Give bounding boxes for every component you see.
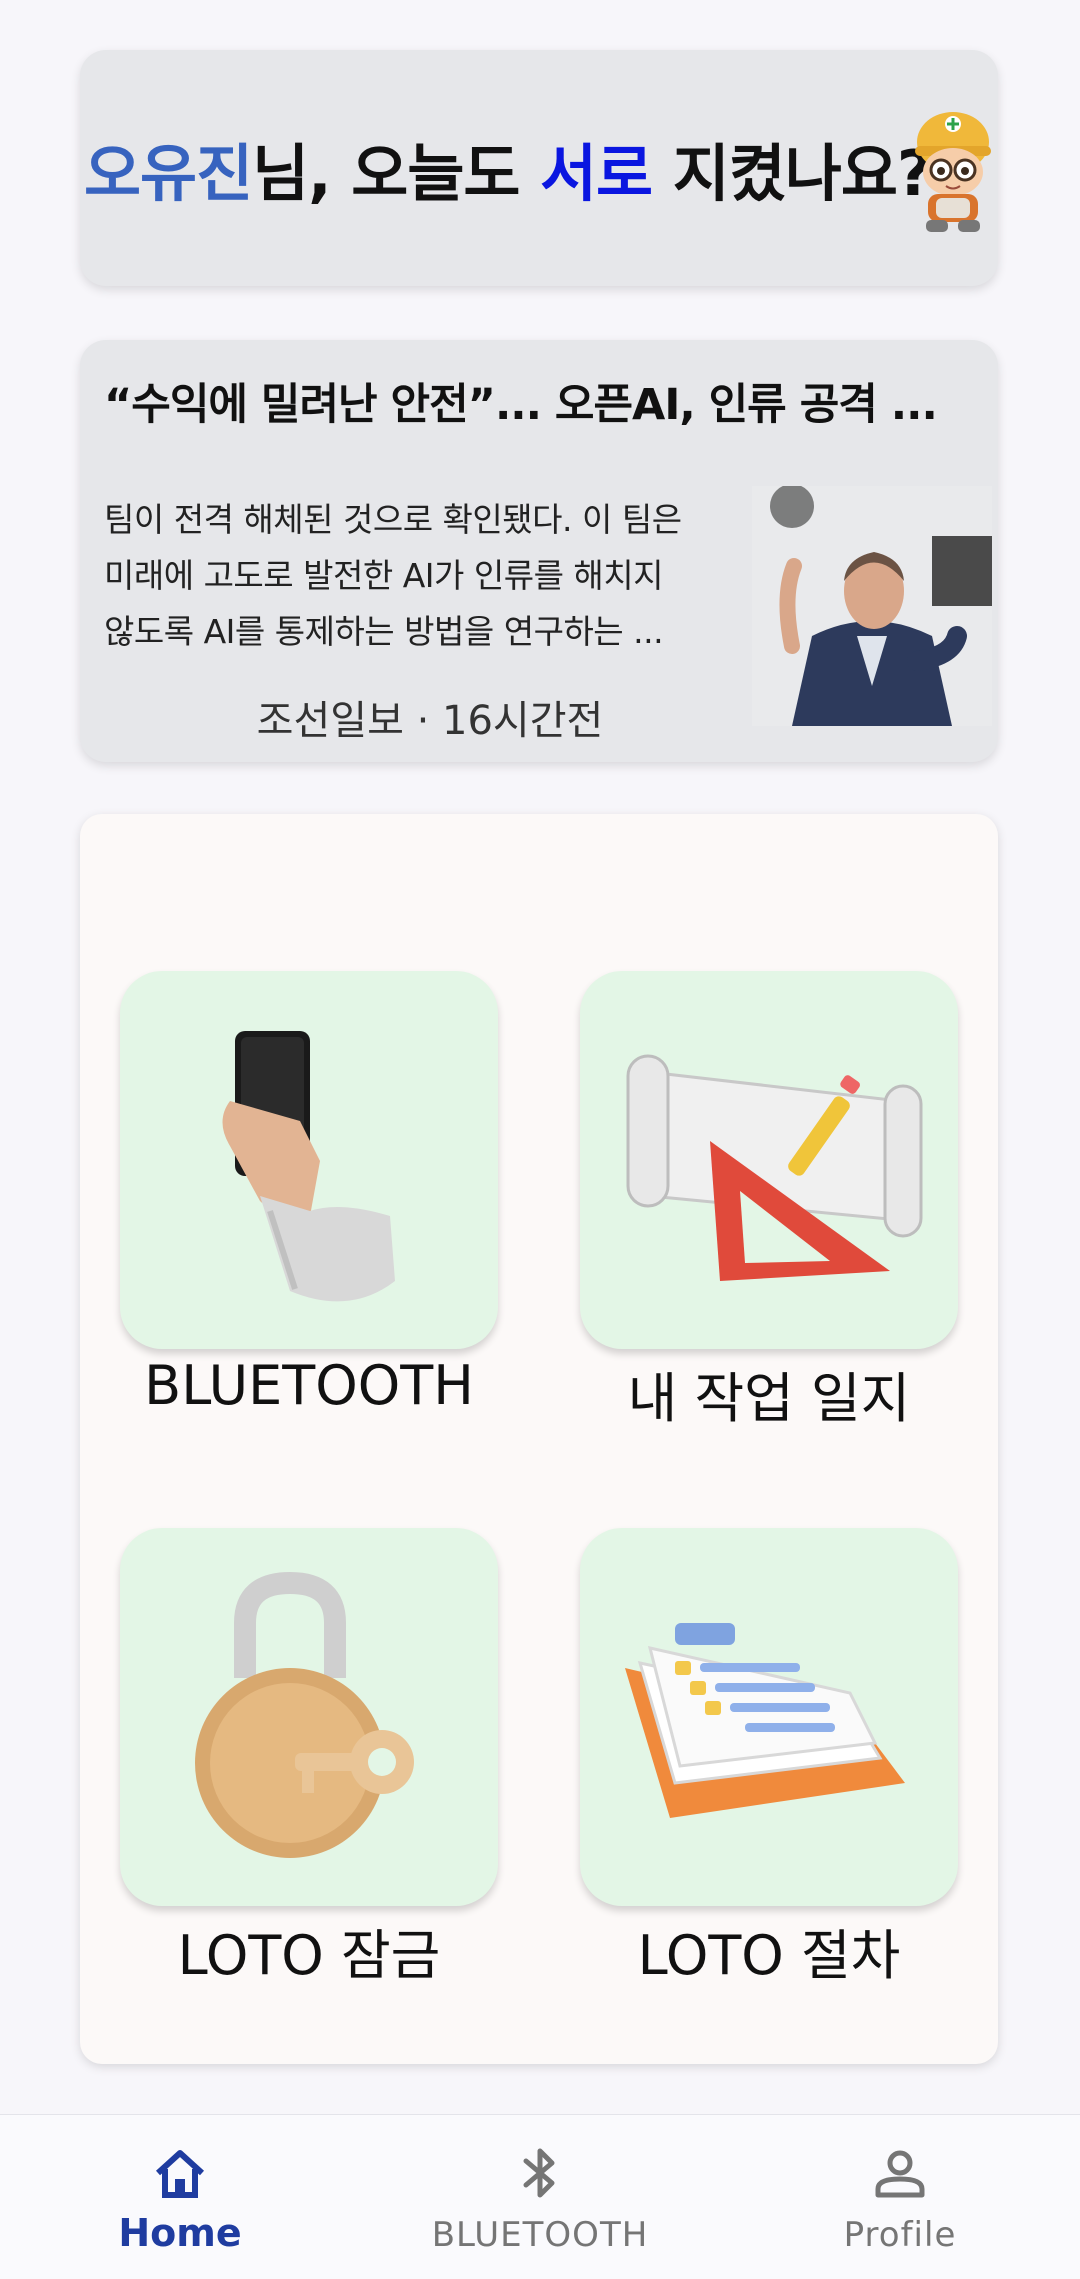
nav-item-bluetooth[interactable]: BLUETOOTH [360,2115,720,2279]
greeting-card: 오유진 님, 오늘도 서로 지켰나요? [80,50,998,286]
worker-mascot-icon [910,102,996,234]
news-summary-line: 미래에 고도로 발전한 AI가 인류를 해치지 [104,556,664,595]
bluetooth-icon [523,2148,555,2198]
news-thumbnail [752,486,992,726]
bottom-navigation: Home BLUETOOTH Profile [0,2114,1080,2279]
loto-procedure-tile[interactable] [580,1528,958,1906]
clipboard-documents-icon [625,1623,905,1818]
loto-lock-tile[interactable] [120,1528,498,1906]
nav-item-profile[interactable]: Profile [720,2115,1080,2279]
news-summary: 팀이 전격 해체된 것으로 확인됐다. 이 팀은 미래에 고도로 발전한 AI가… [104,492,764,660]
news-summary-line: 팀이 전격 해체된 것으로 확인됐다. 이 팀은 [104,500,682,539]
nav-label-home: Home [118,2211,242,2255]
news-source: 조선일보 · 16시간전 [256,698,604,744]
nav-label-profile: Profile [843,2215,957,2255]
blueprint-ruler-icon [626,1054,923,1281]
tile-label-work-log: 내 작업 일지 [627,1367,911,1430]
padlock-key-icon [195,1571,414,1858]
tile-label-loto-procedure: LOTO 절차 [637,1924,901,1987]
greeting-text-b: 지켰나요? [652,137,933,210]
greeting-text: 오유진 님, 오늘도 서로 지켰나요? [84,50,933,286]
menu-panel: BLUETOOTH 내 작업 일지 LOTO 잠금 LOTO 절차 [80,814,998,2064]
greeting-text-a: 님, 오늘도 [252,137,541,210]
tile-label-loto-lock: LOTO 잠금 [177,1924,441,1987]
news-title: “수익에 밀려난 안전”... 오픈AI, 인류 공격 ... [104,380,938,430]
user-name: 오유진 [84,137,253,210]
news-card[interactable]: “수익에 밀려난 안전”... 오픈AI, 인류 공격 ... 팀이 전격 해체… [80,340,998,762]
hand-holding-phone-icon [222,1031,395,1302]
tile-label-bluetooth: BLUETOOTH [144,1354,474,1417]
nav-item-home[interactable]: Home [0,2115,360,2279]
nav-label-bluetooth: BLUETOOTH [431,2215,649,2255]
home-icon [155,2150,205,2198]
news-summary-line: 않도록 AI를 통제하는 방법을 연구하는 ... [104,612,664,651]
greeting-keyword: 서로 [540,137,653,210]
person-icon [875,2150,925,2198]
bluetooth-tile[interactable] [120,971,498,1349]
work-log-tile[interactable] [580,971,958,1349]
